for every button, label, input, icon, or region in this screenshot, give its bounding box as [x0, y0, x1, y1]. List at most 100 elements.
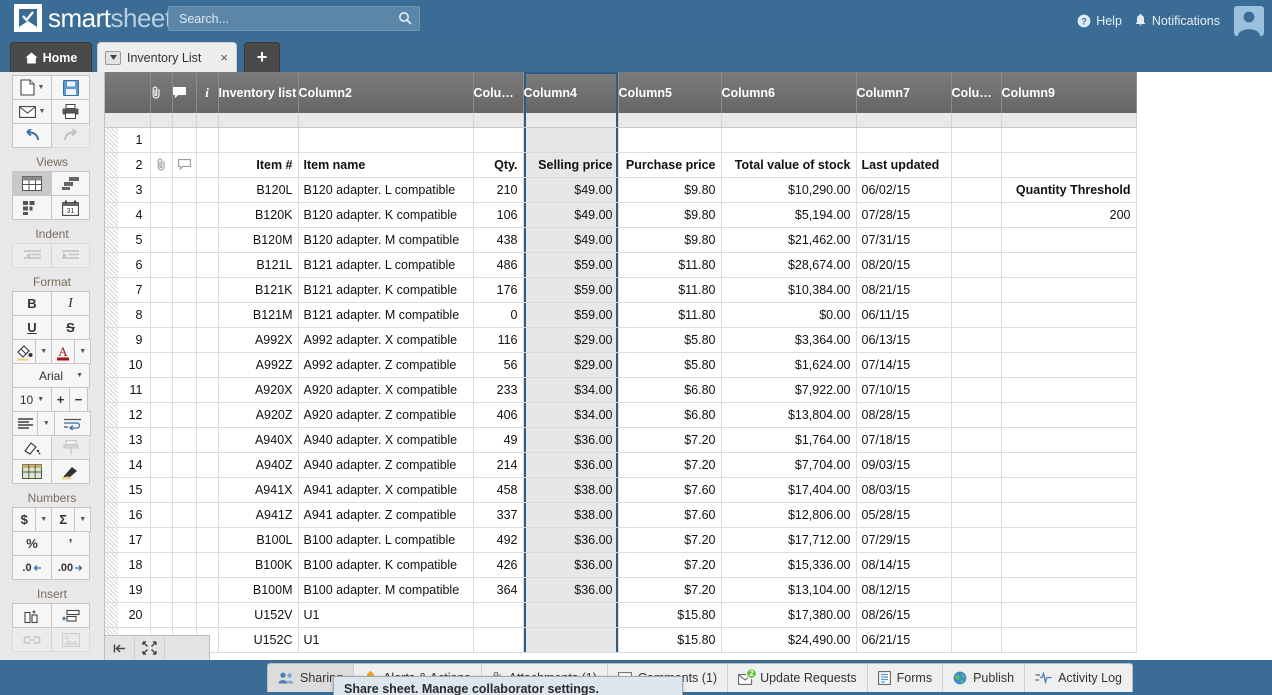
row-drag-handle[interactable]: [105, 453, 118, 477]
cell-attach[interactable]: [150, 602, 172, 627]
cell-c3[interactable]: 176: [473, 277, 523, 302]
table-row[interactable]: 21U152CU1$15.80$24,490.0006/21/15: [105, 627, 1136, 652]
cell-c5[interactable]: $9.80: [618, 202, 721, 227]
cell-info[interactable]: [196, 302, 218, 327]
cell-info[interactable]: [196, 577, 218, 602]
cell-c9[interactable]: Quantity Threshold: [1001, 177, 1136, 202]
cell-c1[interactable]: B121M: [218, 302, 298, 327]
cell-comment[interactable]: [172, 302, 196, 327]
cell-c4[interactable]: $36.00: [523, 452, 618, 477]
cell-c3[interactable]: [473, 602, 523, 627]
cell-c3[interactable]: 458: [473, 477, 523, 502]
cell-info[interactable]: [196, 452, 218, 477]
cell-info[interactable]: [196, 177, 218, 202]
format-painter-button[interactable]: [51, 435, 90, 460]
cell-c7[interactable]: 08/28/15: [856, 402, 951, 427]
functions-dropdown[interactable]: ▼: [74, 507, 91, 532]
gantt-view-button[interactable]: [51, 171, 90, 196]
column-header-c4[interactable]: Column4: [523, 72, 618, 113]
cell-c8[interactable]: [951, 477, 1001, 502]
table-row[interactable]: 19B100MB100 adapter. M compatible364$36.…: [105, 577, 1136, 602]
chevron-down-icon[interactable]: [105, 51, 121, 65]
sheet-grid[interactable]: iInventory listColumn2Colu…Column4Column…: [105, 72, 1272, 660]
cell-c1[interactable]: B120K: [218, 202, 298, 227]
column-header-c9[interactable]: Column9: [1001, 72, 1136, 113]
cell-c7[interactable]: [856, 127, 951, 152]
row-drag-handle[interactable]: [105, 478, 118, 502]
cell-comment[interactable]: [172, 252, 196, 277]
row-drag-handle[interactable]: [105, 403, 118, 427]
cell-attach[interactable]: [150, 152, 172, 177]
cell-c2[interactable]: A920 adapter. X compatible: [298, 377, 473, 402]
cell-c3[interactable]: 406: [473, 402, 523, 427]
cell-c1[interactable]: U152C: [218, 627, 298, 652]
indent-button[interactable]: [51, 243, 90, 268]
cell-c6[interactable]: $1,624.00: [721, 352, 856, 377]
cell-c9[interactable]: [1001, 427, 1136, 452]
cell-info[interactable]: [196, 377, 218, 402]
cell-comment[interactable]: [172, 427, 196, 452]
cell-attach[interactable]: [150, 477, 172, 502]
cell-c6[interactable]: $1,764.00: [721, 427, 856, 452]
cell-c4[interactable]: $29.00: [523, 327, 618, 352]
cell-c7[interactable]: 08/21/15: [856, 277, 951, 302]
cell-c9[interactable]: [1001, 277, 1136, 302]
cell-c4[interactable]: $29.00: [523, 352, 618, 377]
cell-c7[interactable]: 06/21/15: [856, 627, 951, 652]
cell-info[interactable]: [196, 352, 218, 377]
cell-c8[interactable]: [951, 202, 1001, 227]
cell-comment[interactable]: [172, 127, 196, 152]
cell-c6[interactable]: $0.00: [721, 302, 856, 327]
font-color-button[interactable]: A: [51, 339, 75, 364]
table-row[interactable]: 11A920XA920 adapter. X compatible233$34.…: [105, 377, 1136, 402]
cell-c7[interactable]: 06/02/15: [856, 177, 951, 202]
bottom-tab-activity-log[interactable]: Activity Log: [1025, 664, 1132, 692]
cell-c1[interactable]: A941X: [218, 477, 298, 502]
cell-c2[interactable]: B120 adapter. M compatible: [298, 227, 473, 252]
table-row[interactable]: 17B100LB100 adapter. L compatible492$36.…: [105, 527, 1136, 552]
column-header-c1[interactable]: Inventory list: [218, 72, 298, 113]
column-header-c5[interactable]: Column5: [618, 72, 721, 113]
cell-attach[interactable]: [150, 127, 172, 152]
table-row[interactable]: 10A992ZA992 adapter. Z compatible56$29.0…: [105, 352, 1136, 377]
cell-attach[interactable]: [150, 302, 172, 327]
cell-c9[interactable]: [1001, 377, 1136, 402]
cell-c2[interactable]: U1: [298, 627, 473, 652]
cell-c4[interactable]: $38.00: [523, 477, 618, 502]
cell-c5[interactable]: $11.80: [618, 277, 721, 302]
cell-c9[interactable]: 200: [1001, 202, 1136, 227]
cell-c7[interactable]: 08/20/15: [856, 252, 951, 277]
user-avatar[interactable]: [1234, 6, 1264, 36]
cell-c5[interactable]: $11.80: [618, 252, 721, 277]
cell-c2[interactable]: B121 adapter. K compatible: [298, 277, 473, 302]
bottom-tab-publish[interactable]: Publish: [943, 664, 1025, 692]
cell-attach[interactable]: [150, 377, 172, 402]
column-header-c6[interactable]: Column6: [721, 72, 856, 113]
cell-c7[interactable]: 08/03/15: [856, 477, 951, 502]
cell-c7[interactable]: Last updated: [856, 152, 951, 177]
cell-c4[interactable]: $34.00: [523, 402, 618, 427]
cell-c3[interactable]: 106: [473, 202, 523, 227]
cell-c5[interactable]: $6.80: [618, 402, 721, 427]
percent-button[interactable]: %: [12, 531, 52, 556]
cell-c4[interactable]: $36.00: [523, 577, 618, 602]
cell-c6[interactable]: Total value of stock: [721, 152, 856, 177]
row-drag-handle[interactable]: [105, 428, 118, 452]
table-row[interactable]: 18B100KB100 adapter. K compatible426$36.…: [105, 552, 1136, 577]
insert-image-button[interactable]: [51, 627, 90, 652]
cell-info[interactable]: [196, 127, 218, 152]
cell-c7[interactable]: 07/10/15: [856, 377, 951, 402]
cell-c7[interactable]: 06/11/15: [856, 302, 951, 327]
search-box[interactable]: [168, 6, 420, 31]
new-doc-button[interactable]: ▼: [12, 75, 52, 100]
cell-c8[interactable]: [951, 152, 1001, 177]
cell-c2[interactable]: B100 adapter. L compatible: [298, 527, 473, 552]
row-drag-handle[interactable]: [105, 178, 118, 202]
cell-c1[interactable]: A920Z: [218, 402, 298, 427]
cell-c2[interactable]: U1: [298, 602, 473, 627]
cell-c9[interactable]: [1001, 602, 1136, 627]
functions-button[interactable]: Σ: [51, 507, 75, 532]
table-row[interactable]: 4B120KB120 adapter. K compatible106$49.0…: [105, 202, 1136, 227]
cell-c7[interactable]: 07/29/15: [856, 527, 951, 552]
cell-c8[interactable]: [951, 352, 1001, 377]
